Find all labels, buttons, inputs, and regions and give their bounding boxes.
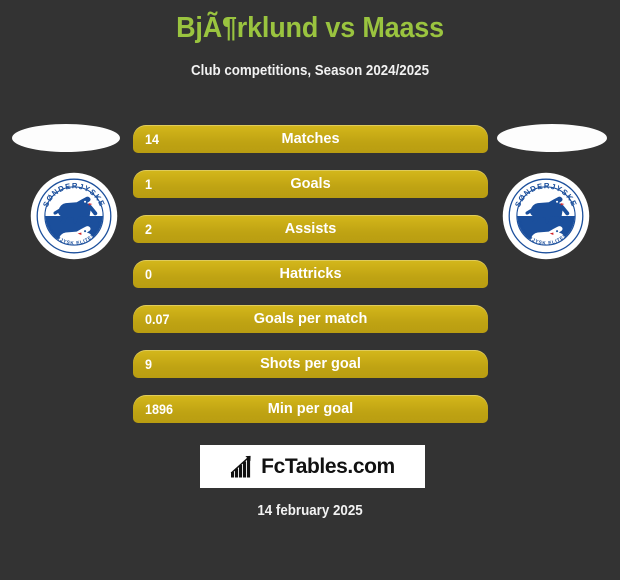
bar-chart-growth-icon (230, 455, 251, 477)
stat-row-shots-per-goal: 9 Shots per goal (133, 350, 488, 378)
fctables-logo-text: FcTables.com (261, 454, 395, 478)
stat-label: Assists (284, 221, 337, 237)
stat-label: Min per goal (267, 401, 354, 417)
stat-row-goals-per-match: 0.07 Goals per match (133, 305, 488, 333)
footer-date: 14 february 2025 (257, 503, 363, 519)
fctables-logo[interactable]: FcTables.com (200, 445, 425, 488)
stat-row-hattricks: 0 Hattricks (133, 260, 488, 288)
page-title: BjÃ¶rklund vs Maass (176, 12, 444, 44)
stat-label: Shots per goal (260, 356, 361, 372)
stat-row-assists: 2 Assists (133, 215, 488, 243)
stat-row-min-per-goal: 1896 Min per goal (133, 395, 488, 423)
stats-bar-chart: 14 Matches 1 Goals 2 Assists 0 Hattricks… (133, 125, 488, 440)
player-photo-placeholder-left (12, 124, 120, 152)
club-badge-left: SØNDERJYSKE SØNDERJYSK ELITESPORT (28, 170, 120, 262)
page-subtitle: Club competitions, Season 2024/2025 (191, 63, 429, 79)
club-badge-right: SØNDERJYSKE SØNDERJYSK ELITESPORT (500, 170, 592, 262)
player-photo-placeholder-right (497, 124, 607, 152)
stat-label: Matches (281, 131, 340, 147)
stat-row-goals: 1 Goals (133, 170, 488, 198)
stat-label: Goals (290, 176, 331, 192)
infographic-canvas: BjÃ¶rklund vs Maass Club competitions, S… (0, 0, 620, 580)
stat-label: Hattricks (279, 266, 342, 282)
stat-label: Goals per match (253, 311, 368, 327)
stat-row-matches: 14 Matches (133, 125, 488, 153)
